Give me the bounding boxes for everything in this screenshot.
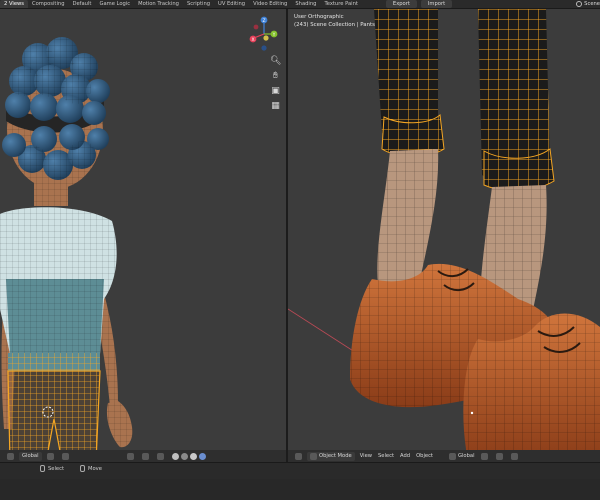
- scene-icon: [576, 1, 583, 7]
- grid-icon[interactable]: ▦: [270, 101, 281, 112]
- status-move: Move: [88, 465, 102, 472]
- zoom-icon[interactable]: 🔍︎: [270, 56, 281, 67]
- status-bar: Select Move: [0, 462, 600, 479]
- camera-icon[interactable]: ▣: [270, 86, 281, 97]
- overlay-toggle[interactable]: [139, 452, 154, 461]
- proportional-edit-icon: [61, 452, 69, 460]
- tab-scripting[interactable]: Scripting: [183, 0, 214, 8]
- eye-icon: [510, 452, 518, 460]
- orientation-icon: [448, 452, 456, 460]
- proportional-edit-toggle-right[interactable]: [493, 452, 508, 461]
- hand-pan-icon[interactable]: ✋︎: [270, 71, 281, 82]
- window-bottom-edge: [0, 479, 600, 500]
- visibility-toggle[interactable]: [124, 452, 139, 461]
- view-name: User Orthographic: [294, 14, 344, 20]
- menu-select[interactable]: Select: [375, 452, 397, 461]
- tab-game-logic[interactable]: Game Logic: [95, 0, 134, 8]
- orientation-label-right: Global: [457, 452, 475, 459]
- mouse-icon: [80, 465, 86, 472]
- xray-toggle[interactable]: [154, 452, 169, 461]
- editor-type-icon: [295, 452, 302, 460]
- status-select: Select: [48, 465, 65, 472]
- tab-video-editing[interactable]: Video Editing: [249, 0, 291, 8]
- proportional-edit-toggle[interactable]: [59, 452, 74, 461]
- left-3d-viewport[interactable]: Z Y X 🔍︎ ✋︎ ▣ ▦: [0, 9, 286, 462]
- scene-selector[interactable]: Scene: [574, 0, 600, 8]
- character-legs-render: [288, 9, 600, 462]
- pivot-icon: [7, 452, 14, 460]
- menu-view[interactable]: View: [357, 452, 375, 461]
- tab-uv-editing[interactable]: UV Editing: [214, 0, 249, 8]
- snap-toggle[interactable]: [44, 452, 59, 461]
- tab-motion-tracking[interactable]: Motion Tracking: [134, 0, 183, 8]
- solid-shading-icon: [180, 452, 188, 460]
- eye-icon: [126, 452, 134, 460]
- snap-icon: [480, 452, 488, 460]
- workspace-tab-bar: 2 Views Compositing Default Game Logic M…: [0, 0, 600, 9]
- transform-orientation-dropdown-right[interactable]: Global: [446, 452, 478, 461]
- left-viewport-header: Global: [0, 450, 286, 462]
- menu-add[interactable]: Add: [397, 452, 413, 461]
- mode-dropdown[interactable]: Object Mode: [307, 451, 355, 461]
- proportional-edit-icon: [495, 452, 503, 460]
- viewport-info: User Orthographic (243) Scene Collection…: [294, 13, 375, 29]
- gizmo-z-label: Z: [262, 18, 265, 24]
- transform-pivot[interactable]: [4, 452, 19, 461]
- tab-shading[interactable]: Shading: [291, 0, 320, 8]
- tab-default[interactable]: Default: [68, 0, 95, 8]
- shading-modes[interactable]: [169, 452, 211, 461]
- orientation-label: Global: [22, 452, 39, 459]
- wireframe-shading-icon: [171, 452, 179, 460]
- collection-info: (243) Scene Collection | Pants: [294, 22, 375, 28]
- overlay-icon: [141, 452, 149, 460]
- menu-object[interactable]: Object: [413, 452, 436, 461]
- right-viewport-header: Object Mode View Select Add Object Globa…: [288, 450, 600, 462]
- gizmo-y-label: Y: [272, 32, 276, 38]
- object-mode-icon: [310, 452, 317, 460]
- editor-type-button[interactable]: [292, 452, 307, 461]
- tab-2-views[interactable]: 2 Views: [0, 0, 28, 8]
- character-back-render: [0, 37, 133, 462]
- mouse-icon: [40, 465, 45, 472]
- export-button[interactable]: Export: [385, 0, 417, 8]
- navigation-gizmo[interactable]: Z Y X: [246, 14, 282, 56]
- tab-texture-paint[interactable]: Texture Paint: [320, 0, 361, 8]
- tab-compositing[interactable]: Compositing: [28, 0, 69, 8]
- mode-label: Object Mode: [319, 452, 352, 459]
- right-3d-viewport[interactable]: User Orthographic (243) Scene Collection…: [288, 9, 600, 462]
- snap-toggle-right[interactable]: [478, 452, 493, 461]
- rendered-shading-icon: [198, 452, 206, 460]
- import-button[interactable]: Import: [420, 0, 453, 8]
- snap-icon: [46, 452, 54, 460]
- material-shading-icon: [189, 452, 197, 460]
- transform-orientation-dropdown[interactable]: Global: [19, 451, 42, 461]
- status-hints: Select Move: [40, 465, 102, 472]
- gizmo-x-label: X: [251, 37, 254, 43]
- xray-icon: [156, 452, 164, 460]
- scene-label: Scene: [584, 1, 600, 7]
- visibility-toggle-right[interactable]: [508, 452, 523, 461]
